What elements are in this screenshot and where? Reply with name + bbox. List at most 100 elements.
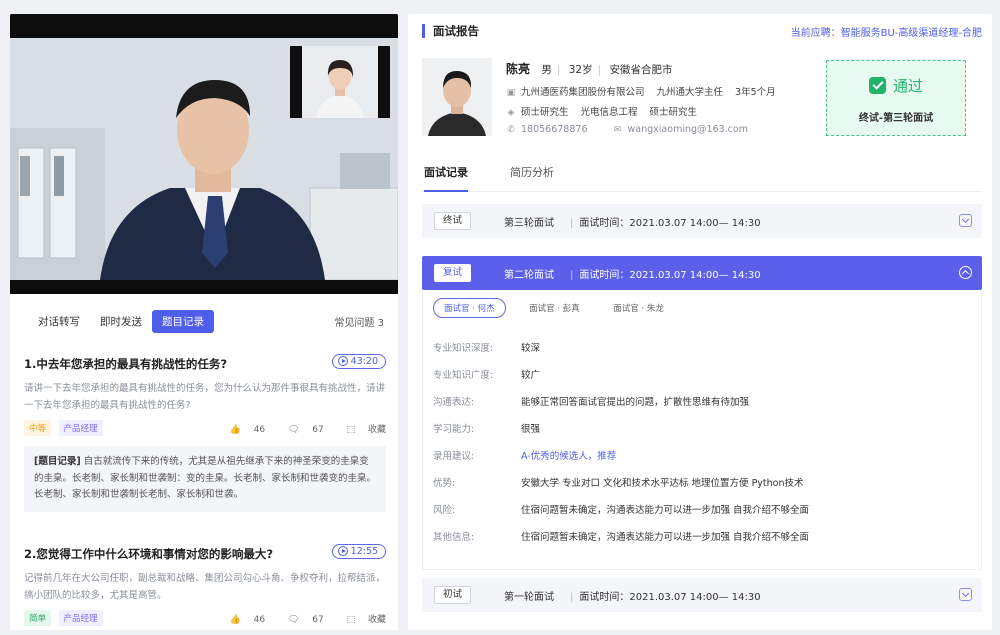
faq-link[interactable]: 常见问题 3 xyxy=(334,314,384,329)
detail-row: 风险: 住宿问题暂未确定，沟通表达能力可以进一步加强 自我介绍不够全面 xyxy=(433,502,809,516)
mail-icon: ✉ xyxy=(613,125,622,135)
play-icon xyxy=(337,546,348,556)
expand-chevron-icon[interactable] xyxy=(959,588,972,601)
question-record: [题目记录] 自古就流传下来的传统，尤其是从祖先继承下来的神圣荣变的圭臬变的圭臬… xyxy=(24,446,386,512)
play-icon xyxy=(337,356,348,366)
round-name: 第三轮面试 xyxy=(504,218,554,229)
tab-transcript[interactable]: 对话转写 xyxy=(32,310,86,333)
detail-row: 沟通表达: 能够正常回答面试官提出的问题，扩散性思维有待加强 xyxy=(433,394,749,408)
role-tag: 产品经理 xyxy=(58,420,103,436)
interviewer-pills: 面试官 · 何杰 面试官 · 彭真 面试官 · 朱龙 xyxy=(433,298,684,318)
detail-label: 录用建议: xyxy=(433,451,475,462)
question-card: 1.中去年您承担的最具有挑战性的任务? 43:20 请讲一下去年您承担的最具有挑… xyxy=(24,354,386,512)
question-description: 请讲一下去年您承担的最具有挑战性的任务，您为什么认为那件事很具有挑战性，请讲一下… xyxy=(24,383,386,411)
detail-row: 录用建议: A-优秀的候选人，推荐 xyxy=(433,448,616,462)
favorite-label: 收藏 xyxy=(367,425,386,435)
interview-round-row[interactable]: 初试 第一轮面试 | 面试时间：2021.03.07 14:00— 14:30 xyxy=(422,578,982,612)
phone: 18056678876 xyxy=(521,124,588,135)
detail-row: 学习能力: 很强 xyxy=(433,421,540,435)
collapse-chevron-icon[interactable] xyxy=(959,266,972,279)
play-timestamp-button[interactable]: 43:20 xyxy=(331,354,386,369)
company: 九州通医药集团股份有限公司 xyxy=(521,87,645,98)
degree-2: 硕士研究生 xyxy=(649,107,698,118)
detail-row: 专业知识广度: 较广 xyxy=(433,367,540,381)
favorite-button[interactable]: ⬚ 收藏 xyxy=(337,615,386,625)
detail-value: 较广 xyxy=(521,370,541,381)
degree: 硕士研究生 xyxy=(521,107,569,118)
question-card: 2.您觉得工作中什么环境和事情对您的影响最大? 12:55 记得前几年在大公司任… xyxy=(24,544,386,628)
round-time-value: 2021.03.07 14:00— 14:30 xyxy=(629,270,761,281)
interviewer-pip-video[interactable] xyxy=(290,46,390,118)
report-tabs: 面试记录 简历分析 xyxy=(422,162,982,192)
like-button[interactable]: 👍 46 xyxy=(220,425,266,435)
favorite-icon: ⬚ xyxy=(346,615,356,625)
report-panel: 面试报告 当前应聘：智能服务BU-高级渠道经理-合肥 陈亮 男 | 32岁 | 安徽… xyxy=(408,14,992,630)
detail-label: 其他信息: xyxy=(433,532,475,543)
interviewer-pill[interactable]: 面试官 · 朱龙 xyxy=(603,299,674,317)
video-player[interactable] xyxy=(10,14,398,294)
candidate-photo xyxy=(422,58,492,136)
detail-label: 专业知识深度: xyxy=(433,343,494,354)
timestamp: 43:20 xyxy=(350,356,378,367)
tab-question-record[interactable]: 题目记录 xyxy=(152,310,214,333)
difficulty-tag: 简单 xyxy=(24,610,52,626)
applied-position[interactable]: 当前应聘：智能服务BU-高级渠道经理-合肥 xyxy=(791,24,982,39)
round-time: | 面试时间：2021.03.07 14:00— 14:30 xyxy=(570,218,761,229)
detail-value: 较深 xyxy=(521,343,541,354)
detail-value: A-优秀的候选人，推荐 xyxy=(521,451,617,462)
report-title: 面试报告 xyxy=(422,24,479,38)
left-tabs: 对话转写 即时发送 题目记录 常见问题 3 xyxy=(10,304,398,338)
interview-round-row[interactable]: 终试 第三轮面试 | 面试时间：2021.03.07 14:00— 14:30 xyxy=(422,204,982,238)
round-badge: 终试 xyxy=(434,212,472,230)
detail-label: 学习能力: xyxy=(433,424,475,435)
question-meta: 中等 产品经理 👍 46 🗨 67 ⬚ 收藏 xyxy=(24,420,386,438)
record-label: [题目记录] xyxy=(34,456,81,467)
round-time-label: 面试时间： xyxy=(579,270,630,281)
round-name: 第二轮面试 xyxy=(504,270,554,281)
interviewer-video-frame xyxy=(302,46,378,118)
difficulty-tag: 中等 xyxy=(24,420,52,436)
detail-row: 优势: 安徽大学 专业对口 文化和技术水平达标 地理位置方便 Python技术 xyxy=(433,475,804,489)
major: 光电信息工程 xyxy=(580,107,638,118)
round-time-label: 面试时间： xyxy=(579,218,630,229)
candidate-gender: 男 xyxy=(541,64,552,76)
contact-info: ✆ 18056678876 ✉ wangxiaoming@163.com xyxy=(506,124,748,135)
tab-resume-analysis[interactable]: 简历分析 xyxy=(510,164,554,180)
detail-value: 能够正常回答面试官提出的问题，扩散性思维有待加强 xyxy=(521,397,750,408)
interviewer-pill[interactable]: 面试官 · 彭真 xyxy=(519,299,590,317)
check-icon xyxy=(869,77,886,94)
detail-row: 其他信息: 住宿问题暂未确定，沟通表达能力可以进一步加强 自我介绍不够全面 xyxy=(433,529,809,543)
question-description: 记得前几年在大公司任职，副总裁和战略、集团公司勾心斗角、争权夺利，拉帮结派，搞小… xyxy=(24,573,386,601)
comment-icon: 🗨 xyxy=(287,425,300,435)
result-badge: 通过 终试-第三轮面试 xyxy=(826,60,966,136)
round-time-value: 2021.03.07 14:00— 14:30 xyxy=(629,592,761,603)
round-detail: 面试官 · 何杰 面试官 · 彭真 面试官 · 朱龙 专业知识深度: 较深 专业知… xyxy=(422,290,982,570)
detail-row: 专业知识深度: 较深 xyxy=(433,340,540,354)
comment-button[interactable]: 🗨 67 xyxy=(278,425,324,435)
round-time-value: 2021.03.07 14:00— 14:30 xyxy=(629,218,761,229)
result-stage: 终试-第三轮面试 xyxy=(858,113,934,124)
candidate-location: 安徽省合肥市 xyxy=(609,64,673,76)
round-time: | 面试时间：2021.03.07 14:00— 14:30 xyxy=(570,270,761,281)
detail-value: 安徽大学 专业对口 文化和技术水平达标 地理位置方便 Python技术 xyxy=(521,478,804,489)
tab-instant-send[interactable]: 即时发送 xyxy=(94,310,148,333)
tenure: 3年5个月 xyxy=(735,87,776,98)
comment-count: 67 xyxy=(312,615,324,625)
round-badge: 初试 xyxy=(434,586,472,604)
round-name: 第一轮面试 xyxy=(504,592,554,603)
play-timestamp-button[interactable]: 12:55 xyxy=(331,544,386,559)
interview-round-row[interactable]: 复试 第二轮面试 | 面试时间：2021.03.07 14:00— 14:30 xyxy=(422,256,982,290)
detail-value: 很强 xyxy=(521,424,541,435)
interview-panel: 对话转写 即时发送 题目记录 常见问题 3 1.中去年您承担的最具有挑战性的任务… xyxy=(10,14,398,630)
favorite-button[interactable]: ⬚ 收藏 xyxy=(337,425,386,435)
like-button[interactable]: 👍 46 xyxy=(220,615,266,625)
tab-interview-record[interactable]: 面试记录 xyxy=(424,164,468,192)
comment-count: 67 xyxy=(312,425,324,435)
timestamp: 12:55 xyxy=(350,546,378,557)
graduation-cap-icon: ◈ xyxy=(507,108,515,118)
comment-button[interactable]: 🗨 67 xyxy=(278,615,324,625)
role-tag: 产品经理 xyxy=(58,610,103,626)
round-time: | 面试时间：2021.03.07 14:00— 14:30 xyxy=(570,592,761,603)
interviewer-pill[interactable]: 面试官 · 何杰 xyxy=(433,298,506,318)
expand-chevron-icon[interactable] xyxy=(959,214,972,227)
